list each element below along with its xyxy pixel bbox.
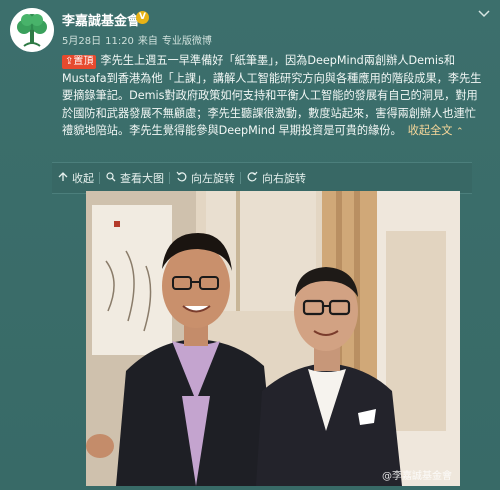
image-toolbar: 收起 查看大图 向左旋转 向右旋转 (52, 162, 472, 194)
view-large-button[interactable]: 查看大图 (99, 170, 170, 186)
photo-two-men-illustration (86, 191, 460, 486)
verified-badge-icon: V (136, 11, 149, 24)
pin-badge: ⇪置頂 (62, 55, 97, 69)
collapse-arrow-icon (58, 171, 68, 185)
weibo-post-card: 李嘉誠基金會 V 5月28日 11:20 来自 专业版微博 ⇪置頂 李先生上週五一早準備… (0, 0, 500, 490)
rotate-left-label: 向左旋转 (191, 172, 235, 185)
collapse-image-button[interactable]: 收起 (52, 170, 100, 186)
rotate-right-label: 向右旋转 (262, 172, 306, 185)
post-time[interactable]: 11:20 (105, 36, 134, 47)
post-date[interactable]: 5月28日 (62, 36, 101, 47)
rotate-right-button[interactable]: 向右旋转 (240, 170, 312, 186)
account-name[interactable]: 李嘉誠基金會 (62, 10, 140, 29)
post-options-chevron-icon[interactable] (478, 8, 490, 21)
pin-label: 置頂 (73, 56, 94, 67)
collapse-label: 收起 (72, 172, 94, 185)
post-photo[interactable]: @李嘉誠基金會 (86, 191, 460, 486)
magnifier-icon (106, 171, 116, 185)
rotate-left-button[interactable]: 向左旋转 (169, 170, 241, 186)
chevron-up-icon[interactable]: ⌃ (456, 127, 464, 137)
collapse-fulltext-link[interactable]: 收起全文 (408, 124, 453, 137)
image-watermark: @李嘉誠基金會 (382, 471, 452, 482)
rotate-right-icon (247, 171, 258, 185)
view-large-label: 查看大图 (120, 172, 164, 185)
rotate-left-icon (176, 171, 187, 185)
tree-logo-icon (10, 8, 54, 52)
source-prefix: 来自 (137, 36, 158, 47)
post-meta: 5月28日 11:20 来自 专业版微博 (62, 32, 216, 47)
post-source[interactable]: 专业版微博 (162, 36, 212, 47)
avatar[interactable] (10, 8, 54, 52)
post-text-block: ⇪置頂 李先生上週五一早準備好「紙筆墨」，因為DeepMind兩創辦人Demis和… (62, 52, 486, 142)
